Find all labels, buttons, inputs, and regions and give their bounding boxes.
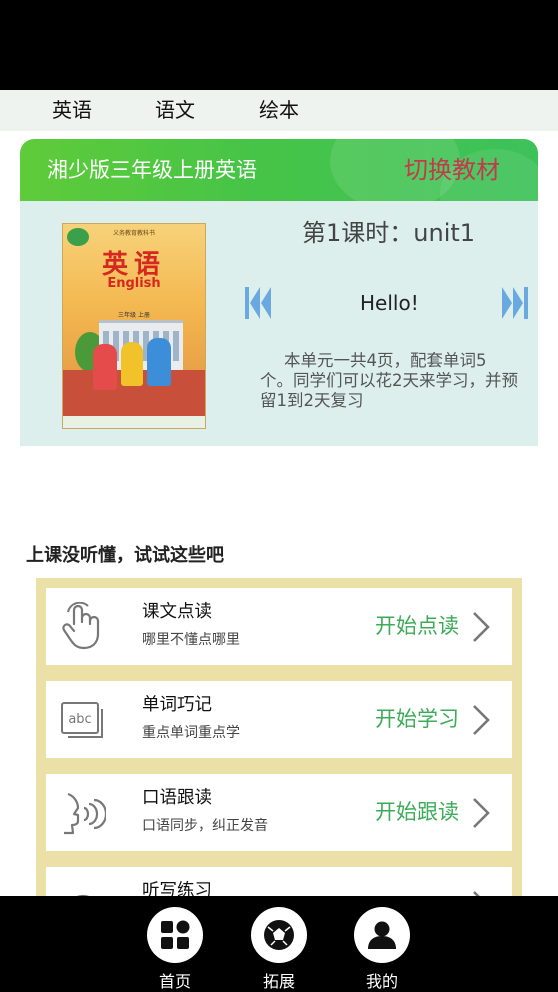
activity-subtitle: 重点单词重点学 [142,725,240,741]
start-follow-reading-button[interactable]: 开始跟读 [375,796,459,826]
nav-label: 我的 [365,972,398,991]
ball-icon [264,920,294,950]
lesson-description: 本单元一共4页，配套单词5个。同学们可以花2天来学习，并预留1到2天复习 [260,351,518,410]
cover-child [147,338,171,386]
previous-lesson-icon[interactable] [244,285,272,321]
textbook-title: 湘少版三年级上册英语 [47,158,257,182]
activity-item-text-reading[interactable]: 课文点读 哪里不懂点哪里 开始点读 [46,588,512,665]
subject-tabs: 英语 语文 绘本 [0,90,558,131]
nav-label: 拓展 [262,972,295,991]
start-reading-button[interactable]: 开始点读 [375,610,459,640]
activity-title: 课文点读 [142,602,212,622]
activity-title: 口语跟读 [142,788,212,808]
cover-child [93,344,117,390]
cover-grade-line: 三年级 上册 [118,312,150,319]
textbook-cover[interactable]: 义务教育教科书 英语 English 三年级 上册 [62,223,206,429]
nav-extend[interactable]: 拓展 [249,896,309,992]
cover-footer [63,416,205,428]
activity-item-oral-follow[interactable]: 口语跟读 口语同步，纠正发音 开始跟读 [46,774,512,851]
nav-label: 首页 [158,972,191,991]
user-icon [368,921,396,949]
chevron-right-icon [473,612,490,642]
switch-textbook-button[interactable]: 切换教材 [404,139,500,201]
nav-home[interactable]: 首页 [145,896,205,992]
section-title: 上课没听懂，试试这些吧 [26,545,224,566]
activity-title: 单词巧记 [142,695,212,715]
nav-icon-circle [251,907,307,963]
start-learning-button[interactable]: 开始学习 [375,703,459,733]
tab-picture-books[interactable]: 绘本 [259,90,299,131]
bottom-navigation: 首页 拓展 我的 [0,896,558,992]
abc-card-icon: abc [61,702,103,738]
grid-icon [161,920,190,949]
tab-chinese[interactable]: 语文 [155,90,195,131]
chevron-right-icon [473,705,490,735]
nav-icon-circle [147,907,203,963]
lesson-name: Hello! [360,291,419,315]
activity-subtitle: 口语同步，纠正发音 [142,818,268,834]
next-lesson-icon[interactable] [501,285,529,321]
cover-title-en: English [107,276,161,291]
status-bar [0,0,558,90]
cover-publisher-line: 义务教育教科书 [112,230,155,237]
nav-icon-circle [354,907,410,963]
cover-child [121,342,143,386]
activity-subtitle: 哪里不懂点哪里 [142,632,240,648]
svg-text:abc: abc [68,712,91,727]
chevron-right-icon [473,798,490,828]
speaking-head-icon [64,792,106,835]
nav-mine[interactable]: 我的 [352,896,412,992]
tab-english[interactable]: 英语 [52,90,92,131]
hand-pointer-icon [62,602,100,650]
activity-item-word-memory[interactable]: abc 单词巧记 重点单词重点学 开始学习 [46,681,512,758]
lesson-heading: 第1课时：unit1 [302,219,476,247]
textbook-header: 湘少版三年级上册英语 切换教材 [20,139,538,201]
textbook-card: 湘少版三年级上册英语 切换教材 义务教育教科书 英语 English 三年级 上… [20,139,538,446]
